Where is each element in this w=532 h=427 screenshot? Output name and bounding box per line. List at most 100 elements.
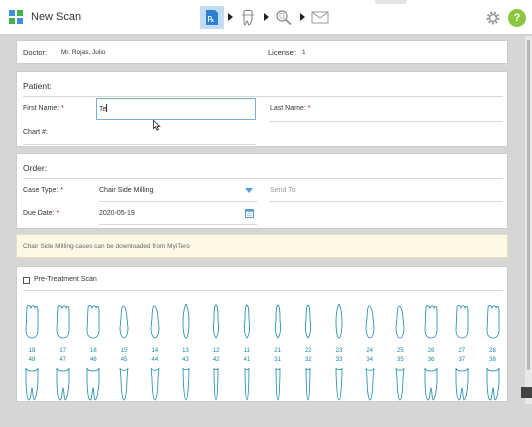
- tooth-number-47: 47: [59, 357, 67, 363]
- tooth-14[interactable]: [147, 304, 163, 342]
- case-type-select[interactable]: Chair Side Milling: [99, 182, 257, 200]
- workflow-arrow-3: [300, 13, 305, 21]
- tooth-24[interactable]: [362, 304, 378, 342]
- gear-icon: [486, 11, 500, 25]
- patient-card: Patient: First Name: * Te Last Name: * C…: [16, 71, 508, 147]
- tooth-number-43: 43: [182, 357, 189, 363]
- due-date-value: 2020-05-19: [99, 210, 135, 217]
- tooth-28[interactable]: [485, 304, 501, 342]
- tooth-44[interactable]: [147, 366, 163, 404]
- tooth-15[interactable]: [116, 304, 132, 342]
- last-name-field[interactable]: [269, 121, 503, 122]
- logo-tile-3: [9, 18, 15, 24]
- envelope-icon: [311, 11, 329, 24]
- tooth-43[interactable]: [178, 366, 194, 404]
- tooth-36[interactable]: [423, 366, 439, 404]
- tooth-number-13: 13: [182, 348, 189, 354]
- doctor-label: Doctor:: [23, 48, 48, 57]
- tooth-42[interactable]: [208, 366, 224, 404]
- tooth-26[interactable]: [423, 304, 439, 342]
- collapse-toggle[interactable]: [375, 0, 407, 4]
- tooth-number-31: 31: [274, 357, 281, 363]
- tooth-18[interactable]: [24, 304, 40, 342]
- calendar-icon[interactable]: [245, 209, 254, 218]
- doctor-value: Mr. Rojas, Julio: [61, 49, 106, 56]
- tooth-23[interactable]: [331, 303, 347, 342]
- svg-text:℞: ℞: [207, 15, 214, 24]
- help-button[interactable]: ?: [508, 9, 526, 27]
- app-logo-icon: [9, 10, 23, 24]
- order-title-divider: [23, 178, 503, 179]
- rx-icon: ℞: [206, 10, 218, 25]
- question-mark-icon: ?: [513, 12, 521, 24]
- tooth-number-35: 35: [397, 357, 404, 363]
- due-date-field[interactable]: 2020-05-19: [99, 205, 257, 223]
- due-date-label-text: Due Date:: [23, 210, 55, 217]
- tooth-37[interactable]: [454, 366, 470, 404]
- tooth-number-44: 44: [151, 357, 159, 363]
- workflow-arrow-1: [228, 13, 233, 21]
- scroll-grip[interactable]: [521, 387, 532, 398]
- chart-number-label: Chart #:: [23, 129, 48, 136]
- tooth-46[interactable]: [85, 366, 101, 404]
- workflow-step-send[interactable]: [308, 6, 332, 29]
- tooth-number-33: 33: [335, 357, 343, 363]
- tooth-13[interactable]: [178, 303, 194, 342]
- tooth-35[interactable]: [392, 366, 408, 404]
- tooth-11[interactable]: [239, 304, 255, 342]
- case-type-underline: [99, 201, 257, 202]
- tooth-number-38: 38: [489, 357, 496, 363]
- tooth-number-28: 28: [489, 348, 496, 354]
- workflow-step-view[interactable]: [272, 6, 296, 29]
- workflow-step-scan[interactable]: [236, 6, 260, 29]
- due-date-label: Due Date: *: [23, 210, 59, 217]
- tooth-number-25: 25: [397, 348, 404, 354]
- tooth-number-34: 34: [366, 357, 374, 363]
- tooth-number-21: 21: [274, 348, 281, 354]
- case-type-label: Case Type: *: [23, 187, 63, 194]
- teeth-card: Pre-Treatment Scan 18 17 16 15 14 13 12 11 21 22 2…: [16, 266, 508, 402]
- case-type-required-mark: *: [60, 187, 63, 194]
- case-type-value: Chair Side Milling: [99, 187, 154, 194]
- tooth-25[interactable]: [392, 304, 408, 342]
- tooth-number-18: 18: [28, 348, 36, 354]
- tooth-48[interactable]: [24, 366, 40, 404]
- tooth-22[interactable]: [300, 304, 316, 342]
- tooth-number-27: 27: [458, 348, 466, 354]
- send-to-field[interactable]: [269, 201, 503, 202]
- scrollbar-thumb[interactable]: [527, 40, 530, 370]
- chart-number-field[interactable]: [23, 144, 256, 145]
- patient-title-divider: [23, 96, 503, 97]
- tooth-12[interactable]: [208, 304, 224, 342]
- logo-tile-1: [9, 10, 15, 16]
- logo-tile-2: [17, 10, 23, 16]
- tooth-27[interactable]: [454, 304, 470, 342]
- tooth-number-26: 26: [427, 348, 435, 354]
- logo-tile-4: [17, 18, 23, 24]
- last-name-label-text: Last Name:: [270, 105, 306, 112]
- tooth-47[interactable]: [55, 366, 71, 404]
- settings-button[interactable]: [484, 9, 502, 27]
- tooth-number-12: 12: [212, 348, 220, 354]
- first-name-field[interactable]: Te: [96, 98, 256, 120]
- tooth-38[interactable]: [485, 366, 501, 404]
- send-to-label[interactable]: Send To: [270, 187, 296, 194]
- tooth-32[interactable]: [300, 366, 316, 404]
- due-date-required-mark: *: [56, 210, 60, 217]
- first-name-label: First Name: *: [23, 105, 64, 112]
- tooth-21[interactable]: [270, 304, 286, 342]
- license-value: 1: [302, 49, 306, 56]
- tooth-33[interactable]: [331, 366, 347, 404]
- tooth-31[interactable]: [270, 366, 286, 404]
- tooth-41[interactable]: [239, 366, 255, 404]
- tooth-number-42: 42: [212, 357, 220, 363]
- workflow-bar: ℞: [200, 6, 340, 29]
- tooth-34[interactable]: [362, 366, 378, 404]
- tooth-45[interactable]: [116, 366, 132, 404]
- tooth-16[interactable]: [85, 304, 101, 342]
- tooth-17[interactable]: [55, 304, 71, 342]
- workflow-step-rx[interactable]: ℞: [200, 6, 224, 29]
- last-name-label: Last Name: *: [270, 105, 310, 112]
- tooth-number-15: 15: [120, 348, 128, 354]
- tooth-scan-icon: [242, 9, 254, 26]
